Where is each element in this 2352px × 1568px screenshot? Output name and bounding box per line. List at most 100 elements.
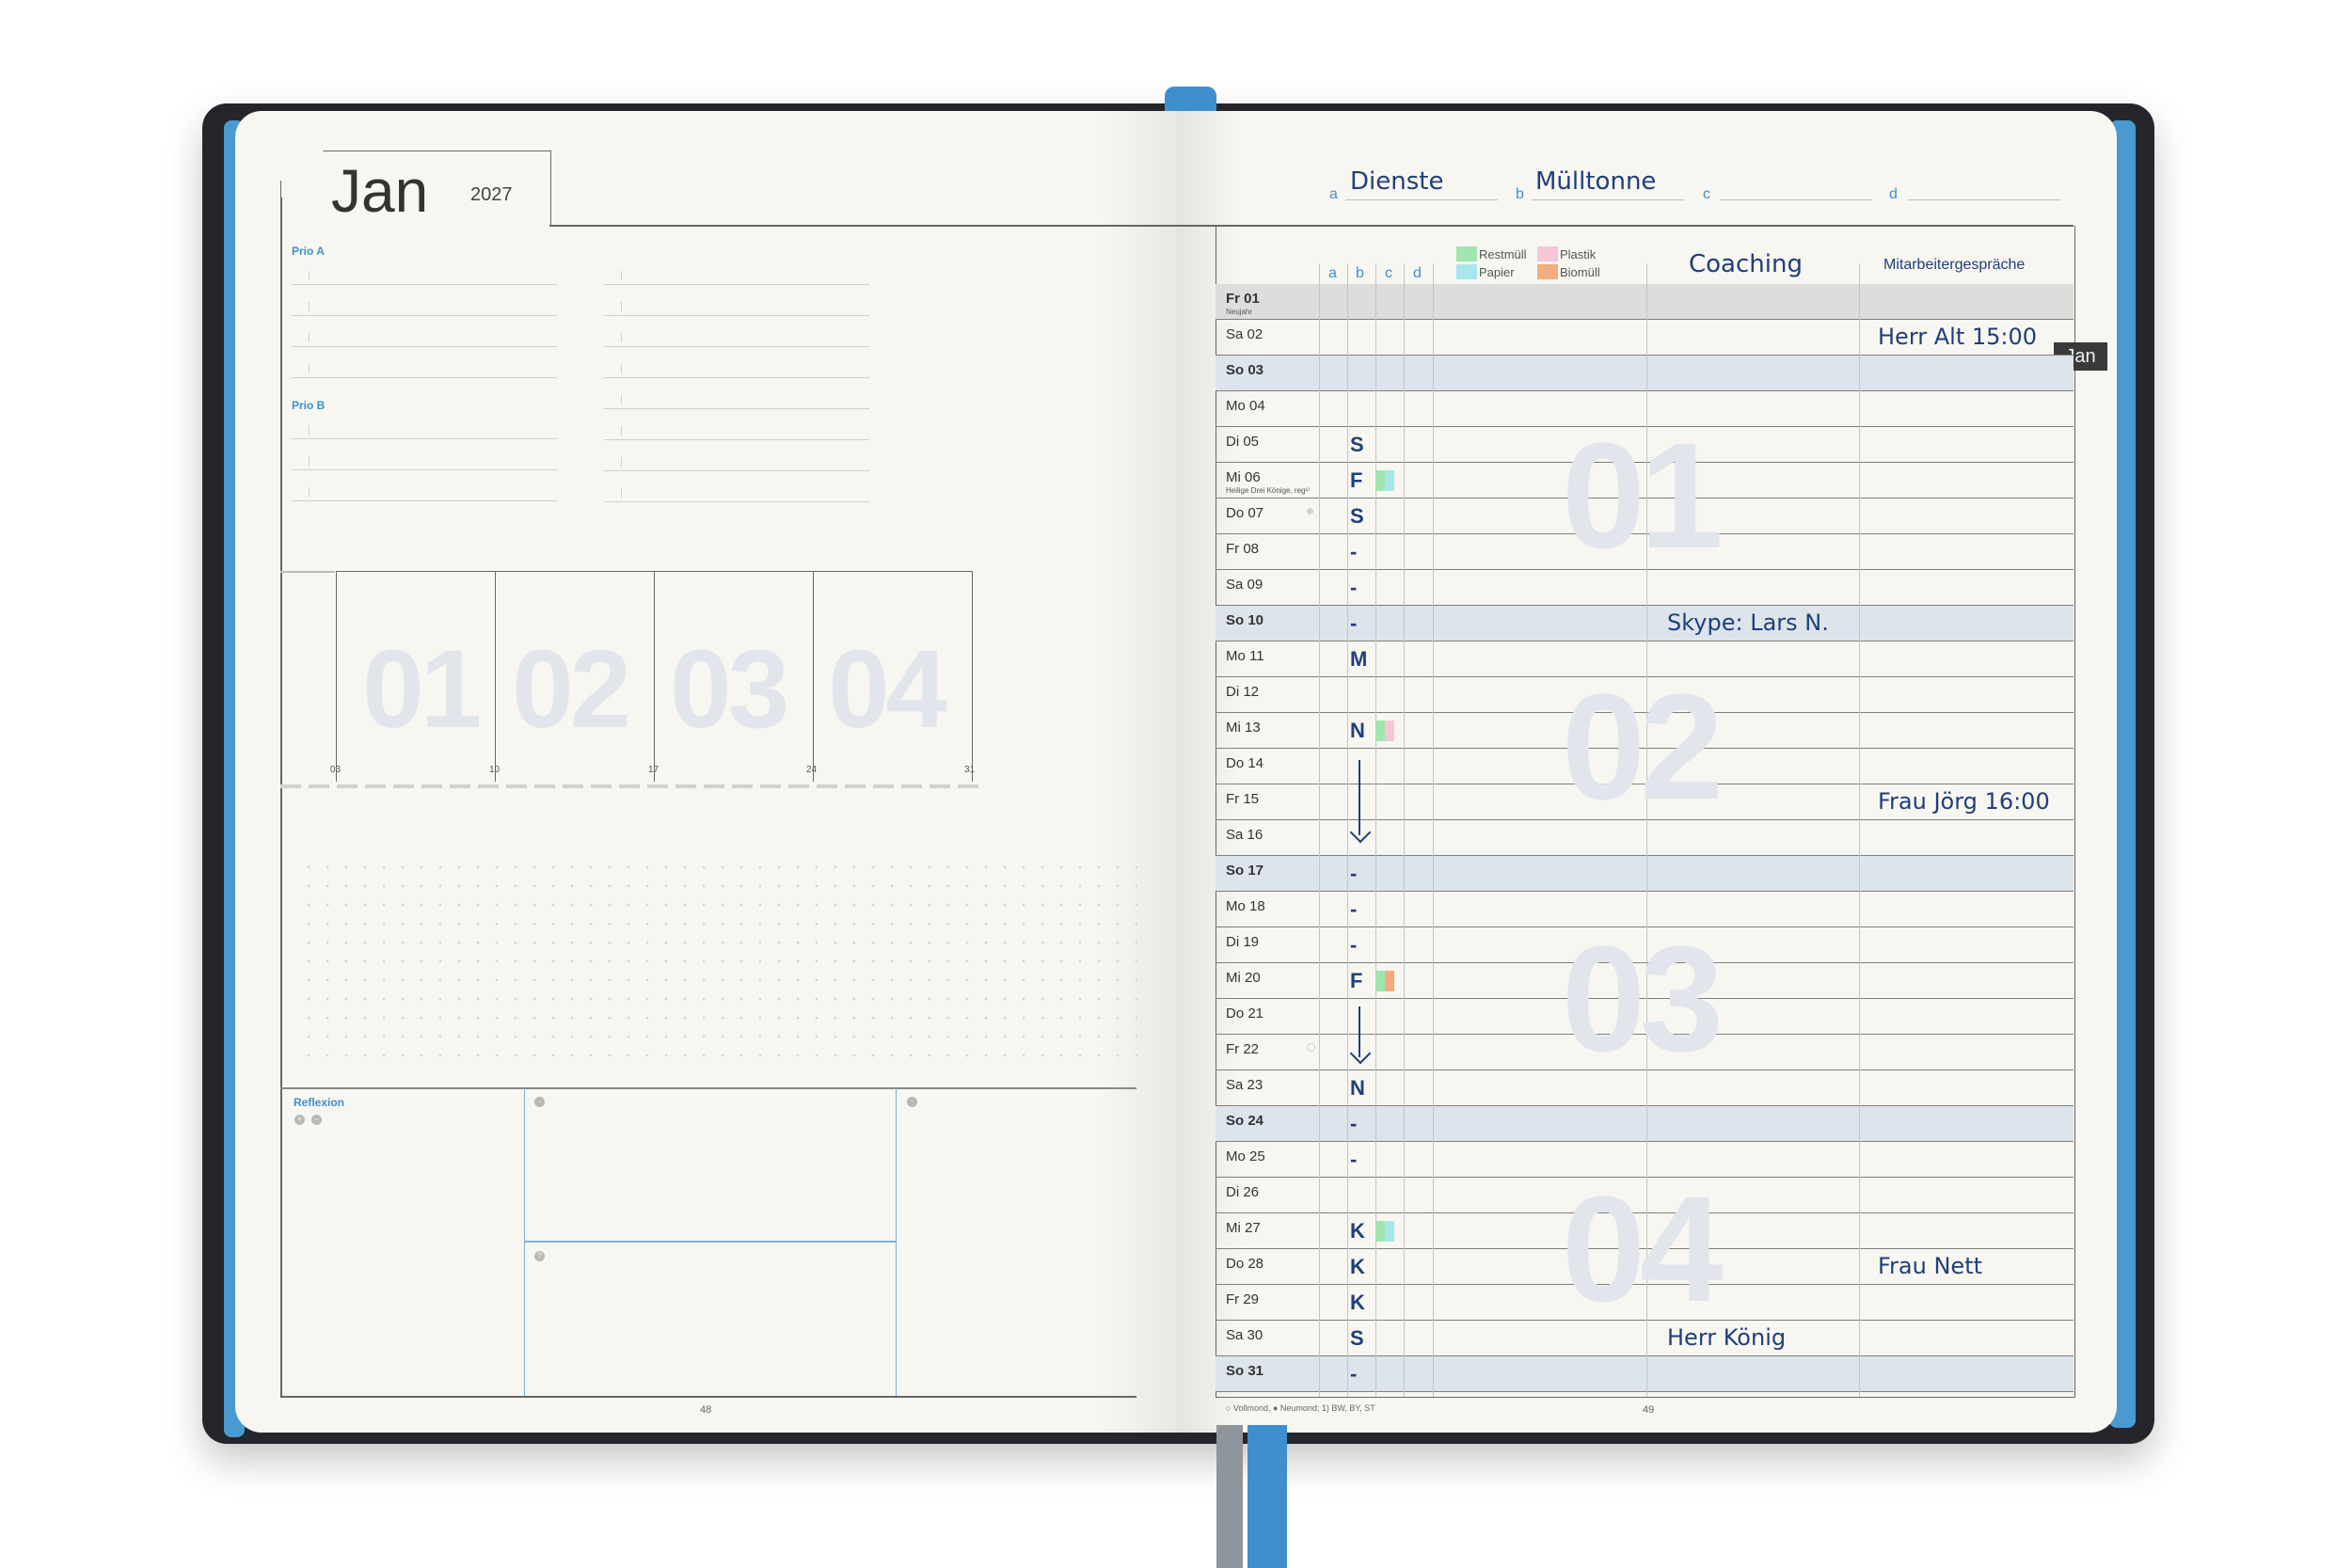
bin-mark (1385, 971, 1394, 991)
duty-entry[interactable]: - (1350, 1362, 1357, 1386)
writing-line[interactable] (604, 315, 869, 316)
plus-icon: + (294, 1115, 305, 1125)
writing-line[interactable] (292, 438, 557, 439)
duty-entry[interactable]: - (1350, 611, 1357, 636)
writing-line[interactable] (292, 469, 557, 470)
writing-line[interactable] (292, 500, 557, 501)
duty-entry[interactable]: S (1350, 504, 1364, 529)
bin-mark (1385, 1221, 1394, 1242)
duty-entry[interactable]: K (1350, 1291, 1365, 1315)
column-letter: d (1413, 265, 1422, 281)
dot-grid (299, 858, 1146, 1065)
page-number: 48 (700, 1404, 712, 1416)
left-frame-bottom (280, 1396, 1136, 1398)
day-row[interactable] (1216, 856, 2074, 892)
duty-entry[interactable]: - (1350, 933, 1357, 958)
column-divider (1433, 263, 1434, 1397)
day-row[interactable] (1216, 284, 2074, 320)
writing-line[interactable] (604, 377, 869, 378)
duty-entry[interactable]: - (1350, 897, 1357, 922)
legend-swatch (1456, 246, 1477, 261)
week-date: 17 (648, 765, 660, 775)
day-label: Mo 18 (1226, 898, 1265, 914)
writing-line[interactable] (292, 284, 557, 285)
appointment-entry[interactable]: Herr König (1667, 1324, 1786, 1351)
prio-a-label: Prio A (292, 245, 325, 258)
writing-line[interactable] (292, 346, 557, 347)
day-row[interactable] (1216, 1356, 2074, 1392)
duty-entry[interactable]: K (1350, 1255, 1365, 1279)
field-b-value[interactable]: Mülltonne (1535, 167, 1656, 196)
duty-entry[interactable]: S (1350, 433, 1364, 457)
day-label: Do 28 (1226, 1256, 1264, 1272)
field-a-value[interactable]: Dienste (1350, 167, 1443, 196)
appointment-entry[interactable]: Herr Alt 15:00 (1878, 324, 2037, 350)
duty-entry[interactable]: M (1350, 647, 1367, 672)
neutral-face-icon: · (534, 1097, 545, 1107)
appointment-entry[interactable]: Frau Jörg 16:00 (1878, 788, 2050, 815)
checkbox-tick (621, 333, 622, 342)
duty-entry[interactable]: N (1350, 719, 1365, 743)
legend-swatch (1537, 246, 1558, 261)
bin-mark (1375, 1221, 1385, 1242)
bookmark-ribbon-grey (1216, 1425, 1243, 1568)
week-date: 31 (964, 765, 976, 775)
day-label: Mo 04 (1226, 398, 1265, 414)
field-a-label: a (1329, 186, 1338, 202)
day-label: So 31 (1226, 1363, 1264, 1379)
checkbox-tick (621, 271, 622, 280)
duty-entry[interactable]: - (1350, 1148, 1357, 1172)
day-row[interactable] (1216, 356, 2074, 391)
day-row[interactable] (1216, 1106, 2074, 1142)
day-label: Mi 06 (1226, 469, 1261, 485)
duty-entry[interactable]: - (1350, 1112, 1357, 1136)
left-frame (280, 198, 282, 1397)
writing-line[interactable] (604, 346, 869, 347)
duty-entry[interactable]: K (1350, 1219, 1365, 1243)
duty-entry[interactable]: - (1350, 540, 1357, 564)
week-date: 03 (330, 765, 342, 775)
writing-line[interactable] (604, 470, 869, 471)
question-icon: ? (534, 1251, 545, 1261)
week-number: 04 (828, 627, 947, 752)
field-b-label: b (1516, 186, 1524, 202)
day-label: Do 14 (1226, 755, 1264, 771)
duty-entry[interactable]: - (1350, 576, 1357, 600)
day-label: So 17 (1226, 863, 1264, 879)
checkbox-tick (309, 333, 310, 342)
field-a-line (1345, 199, 1498, 200)
day-label: Di 19 (1226, 934, 1260, 950)
day-label: Fr 01 (1226, 291, 1260, 307)
day-label: Sa 16 (1226, 827, 1263, 843)
writing-line[interactable] (292, 377, 557, 378)
duty-entry[interactable]: N (1350, 1076, 1365, 1101)
duty-entry[interactable]: F (1350, 969, 1362, 993)
duty-entry[interactable]: - (1350, 862, 1357, 886)
duty-entry[interactable]: F (1350, 468, 1362, 493)
day-label: Di 26 (1226, 1184, 1260, 1200)
minus-icon: − (311, 1115, 322, 1125)
appointment-entry[interactable]: Skype: Lars N. (1667, 610, 1829, 636)
week-watermark: 04 (1562, 1164, 1724, 1333)
day-label: Do 07 (1226, 505, 1264, 521)
day-label: Mo 25 (1226, 1148, 1265, 1164)
holiday-note: Neujahr (1226, 308, 1253, 316)
writing-line[interactable] (604, 501, 869, 502)
day-label: Fr 22 (1226, 1041, 1260, 1057)
reflexion-divider (896, 1088, 897, 1396)
appointment-entry[interactable]: Frau Nett (1878, 1253, 1982, 1279)
checkbox-tick (621, 364, 622, 373)
checkbox-tick (621, 488, 622, 498)
day-label: Mi 13 (1226, 720, 1261, 736)
writing-line[interactable] (604, 284, 869, 285)
duty-entry[interactable]: S (1350, 1326, 1364, 1351)
day-row[interactable] (1216, 606, 2074, 641)
writing-line[interactable] (604, 439, 869, 440)
day-label: Mi 27 (1226, 1220, 1261, 1236)
day-label: Sa 23 (1226, 1077, 1263, 1093)
column-title-coaching: Coaching (1689, 250, 1803, 278)
checkbox-tick (309, 364, 310, 373)
holiday-note: Heilige Drei Könige, reg¹⁾ (1226, 486, 1311, 495)
writing-line[interactable] (292, 315, 557, 316)
writing-line[interactable] (604, 408, 869, 409)
